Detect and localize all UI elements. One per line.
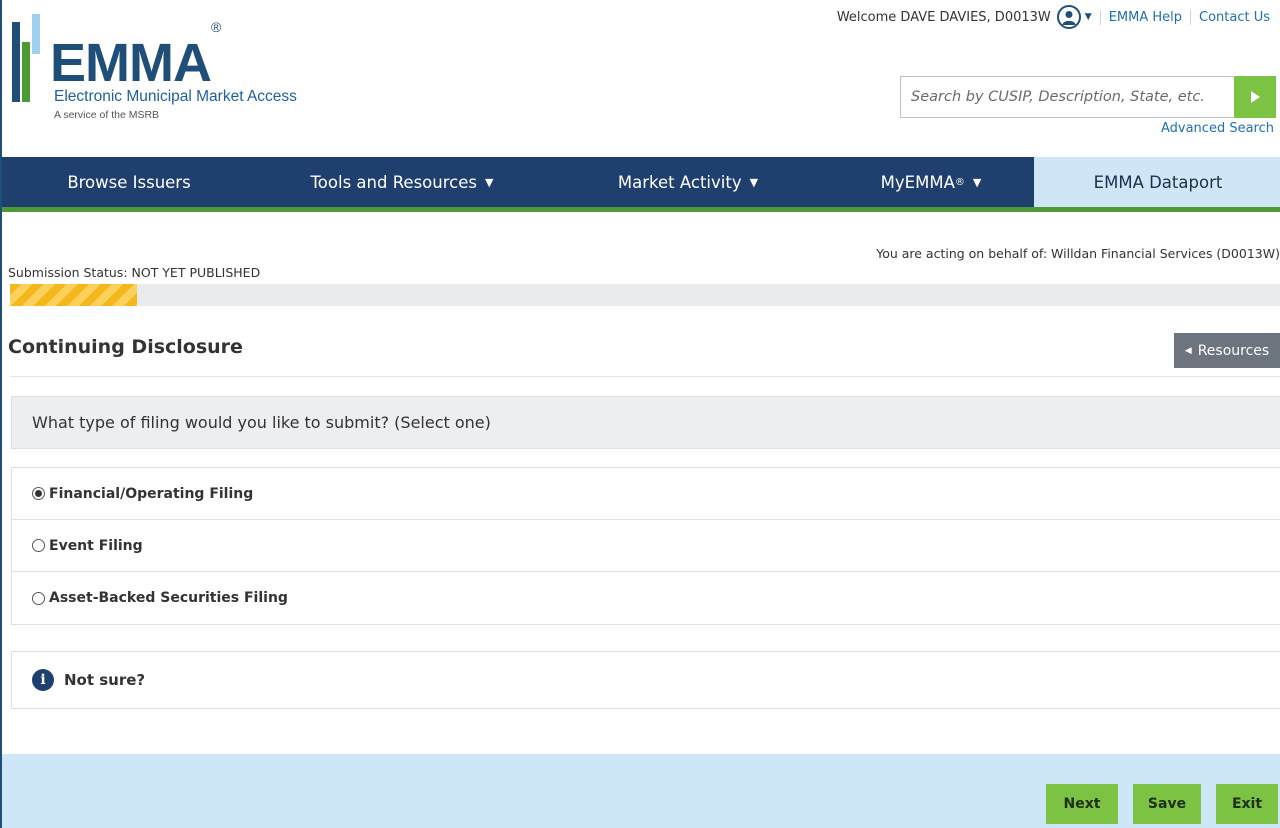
not-sure-label: Not sure? xyxy=(64,671,146,689)
option-asset-backed-securities-filing[interactable]: Asset-Backed Securities Filing xyxy=(12,572,1280,624)
radio-unselected[interactable] xyxy=(32,591,45,605)
search-input[interactable] xyxy=(900,76,1234,118)
chevron-down-icon: ▼ xyxy=(484,175,494,189)
submission-progress-bar xyxy=(10,284,1280,306)
submission-status: Submission Status: NOT YET PUBLISHED xyxy=(8,265,261,280)
exit-button[interactable]: Exit xyxy=(1216,784,1278,824)
option-label: Financial/Operating Filing xyxy=(49,485,254,502)
nav-label: MyEMMA xyxy=(880,172,955,192)
logo-tagline: A service of the MSRB xyxy=(54,109,160,121)
filing-type-options: Financial/Operating Filing Event Filing … xyxy=(11,467,1280,625)
nav-browse-issuers[interactable]: Browse Issuers xyxy=(2,157,256,207)
logo-bars-icon xyxy=(12,14,40,102)
main-nav: Browse Issuers Tools and Resources ▼ Mar… xyxy=(2,157,1280,207)
contact-us-link[interactable]: Contact Us xyxy=(1190,9,1270,25)
divider xyxy=(10,376,1280,377)
save-button[interactable]: Save xyxy=(1133,784,1201,824)
search-bar xyxy=(900,76,1276,118)
play-arrow-icon xyxy=(1251,91,1260,103)
person-icon xyxy=(1062,11,1076,25)
option-financial-operating-filing[interactable]: Financial/Operating Filing xyxy=(12,468,1280,520)
resources-label: Resources xyxy=(1197,342,1270,359)
page-title: Continuing Disclosure xyxy=(8,336,243,358)
advanced-search-link[interactable]: Advanced Search xyxy=(1161,121,1274,136)
nav-label: EMMA Dataport xyxy=(1093,172,1223,192)
emma-logo[interactable]: EMMA® Electronic Municipal Market Access… xyxy=(12,14,342,134)
page: EMMA® Electronic Municipal Market Access… xyxy=(0,0,1280,828)
user-account-icon[interactable] xyxy=(1056,5,1081,29)
chevron-down-icon: ▼ xyxy=(749,175,759,189)
top-utility-bar: Welcome DAVE DAVIES, D0013W ▼ EMMA Help … xyxy=(837,4,1270,30)
welcome-text: Welcome DAVE DAVIES, D0013W xyxy=(836,9,1051,25)
nav-reg-mark: ® xyxy=(954,176,965,188)
nav-myemma[interactable]: MyEMMA ® ▼ xyxy=(828,157,1034,207)
user-menu-chevron-down-icon[interactable]: ▼ xyxy=(1085,12,1092,22)
logo-wordmark: EMMA® xyxy=(50,19,221,93)
resources-button[interactable]: ◀ Resources xyxy=(1174,333,1280,368)
option-label: Event Filing xyxy=(49,537,143,554)
radio-unselected[interactable] xyxy=(32,539,45,552)
nav-market-activity[interactable]: Market Activity ▼ xyxy=(548,157,828,207)
nav-tools-and-resources[interactable]: Tools and Resources ▼ xyxy=(256,157,548,207)
nav-emma-dataport[interactable]: EMMA Dataport xyxy=(1034,157,1280,207)
emma-help-link[interactable]: EMMA Help xyxy=(1099,9,1190,25)
nav-label: Tools and Resources xyxy=(310,172,477,192)
chevron-down-icon: ▼ xyxy=(972,175,982,189)
acting-on-behalf-text: You are acting on behalf of: Willdan Fin… xyxy=(876,246,1280,261)
nav-label: Market Activity xyxy=(617,172,742,192)
filing-type-question: What type of filing would you like to su… xyxy=(11,396,1280,449)
search-button[interactable] xyxy=(1234,76,1276,118)
radio-selected[interactable] xyxy=(32,487,45,500)
info-icon: i xyxy=(32,669,54,691)
chevron-left-icon: ◀ xyxy=(1184,345,1192,356)
logo-subtitle: Electronic Municipal Market Access xyxy=(54,88,297,105)
progress-fill xyxy=(10,284,138,306)
option-event-filing[interactable]: Event Filing xyxy=(12,520,1280,572)
option-label: Asset-Backed Securities Filing xyxy=(49,590,288,606)
not-sure-panel[interactable]: i Not sure? xyxy=(11,651,1280,709)
nav-accent-strip xyxy=(2,207,1280,212)
nav-label: Browse Issuers xyxy=(67,172,191,192)
next-button[interactable]: Next xyxy=(1046,784,1118,824)
